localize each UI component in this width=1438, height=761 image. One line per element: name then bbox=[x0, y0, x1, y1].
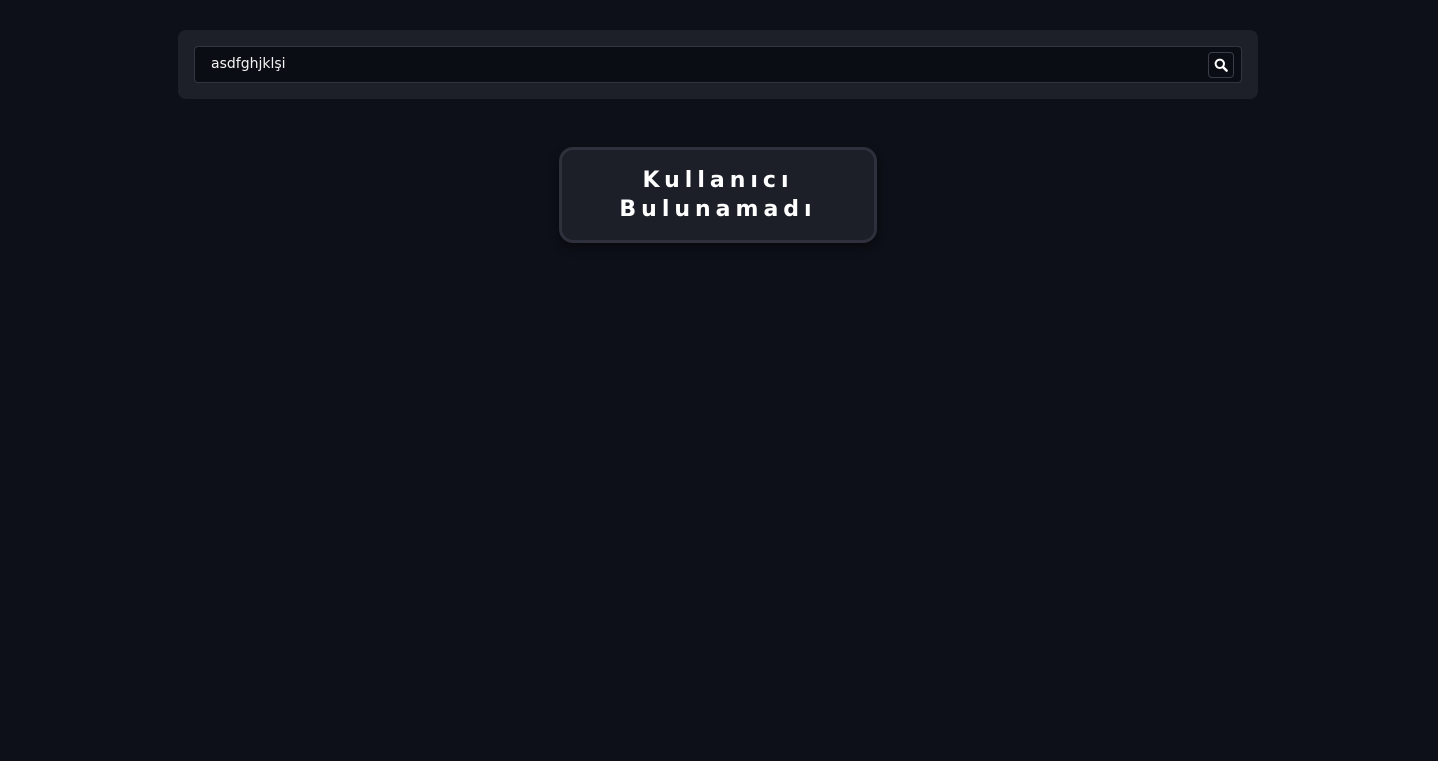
search-icon bbox=[1214, 58, 1228, 72]
search-input[interactable] bbox=[195, 47, 1195, 82]
page: Kullanıcı Bulunamadı bbox=[0, 0, 1438, 761]
search-button[interactable] bbox=[1208, 52, 1234, 78]
search-panel bbox=[178, 30, 1258, 99]
search-box bbox=[194, 46, 1242, 83]
user-not-found-message: Kullanıcı Bulunamadı bbox=[619, 168, 817, 222]
user-not-found-card: Kullanıcı Bulunamadı bbox=[559, 147, 877, 243]
